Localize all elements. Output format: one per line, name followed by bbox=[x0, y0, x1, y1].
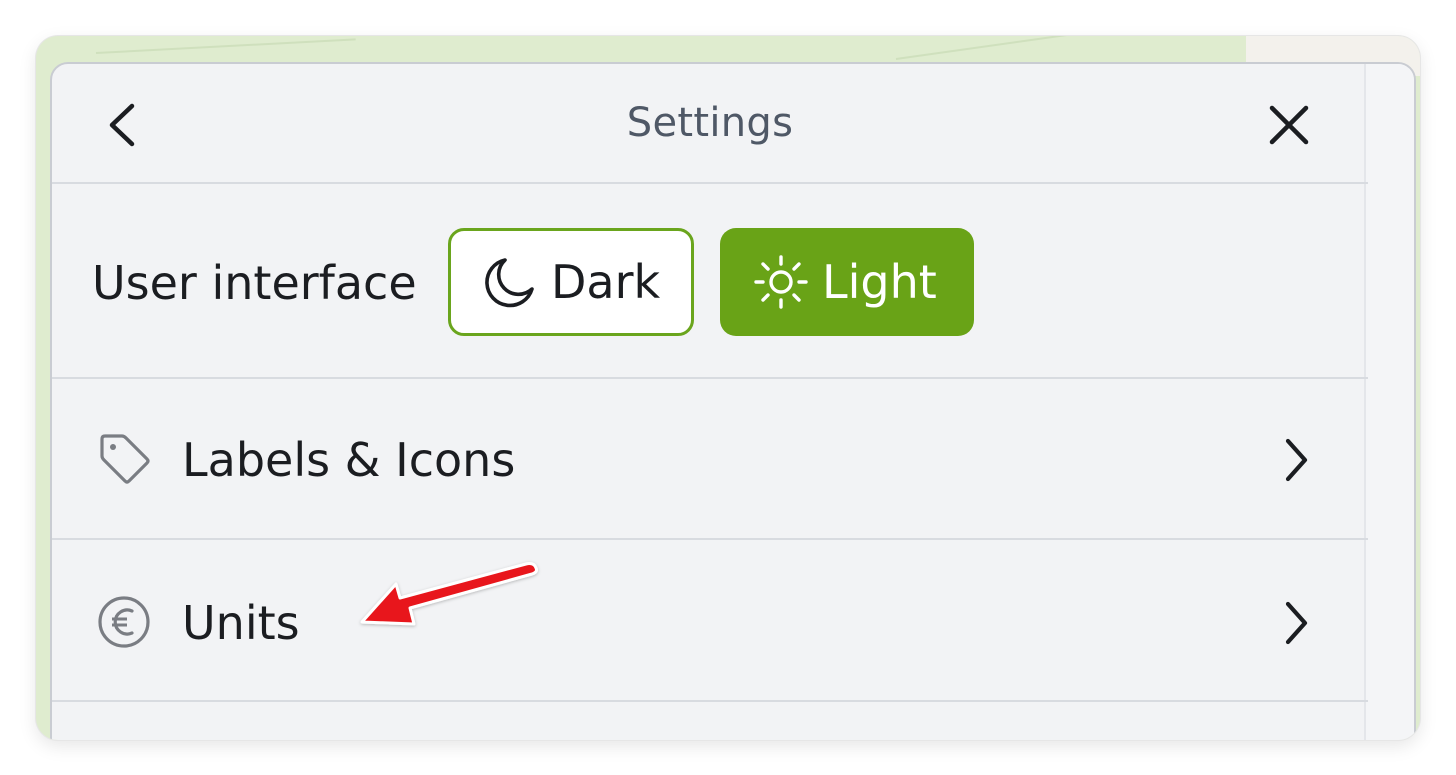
theme-dark-label: Dark bbox=[551, 255, 661, 309]
window-frame: Settings User interface Dark Light Label… bbox=[36, 36, 1420, 740]
chevron-right-icon bbox=[1285, 438, 1308, 482]
menu-item-label: Labels & Icons bbox=[182, 433, 516, 487]
theme-light-label: Light bbox=[822, 255, 937, 309]
user-interface-label: User interface bbox=[92, 256, 417, 310]
page-title: Settings bbox=[626, 100, 794, 146]
menu-item-labels-icons[interactable]: Labels & Icons bbox=[52, 379, 1368, 540]
user-interface-row: User interface Dark Light bbox=[52, 184, 1368, 379]
tag-icon bbox=[100, 434, 150, 484]
close-button[interactable] bbox=[1262, 98, 1316, 152]
menu-item-label: Units bbox=[182, 596, 300, 650]
theme-light-button[interactable]: Light bbox=[720, 228, 974, 336]
chevron-right-icon bbox=[1285, 601, 1308, 645]
scrollbar-track[interactable] bbox=[1364, 64, 1414, 740]
settings-content: Settings User interface Dark Light Label… bbox=[52, 64, 1368, 740]
theme-dark-button[interactable]: Dark bbox=[448, 228, 694, 336]
map-road bbox=[895, 36, 1095, 60]
sun-icon bbox=[754, 255, 808, 309]
map-road bbox=[95, 38, 356, 54]
settings-header: Settings bbox=[52, 64, 1368, 184]
menu-item-units[interactable]: Units bbox=[52, 540, 1368, 702]
settings-panel: Settings User interface Dark Light Label… bbox=[50, 62, 1416, 740]
close-icon bbox=[1269, 105, 1309, 145]
moon-icon bbox=[485, 258, 534, 308]
euro-icon bbox=[98, 596, 150, 648]
